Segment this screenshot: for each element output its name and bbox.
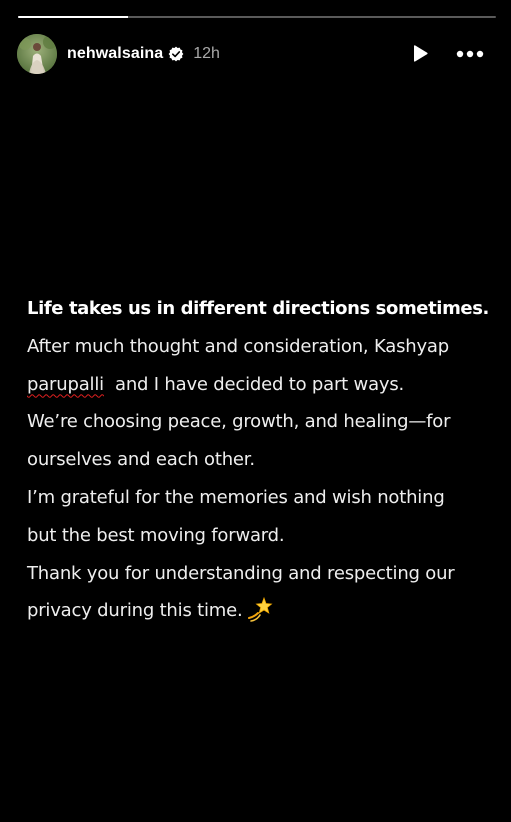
dizzy-star-emoji-icon	[247, 596, 273, 623]
verified-badge-icon	[168, 46, 184, 62]
story-text-segment: privacy during this time.	[27, 600, 243, 622]
more-options-button[interactable]	[455, 43, 485, 65]
story-text-line: ourselves and each other.	[27, 449, 255, 471]
story-text-line: Thank you for understanding and respecti…	[27, 562, 455, 584]
story-timestamp: 12h	[193, 45, 220, 62]
play-button[interactable]	[409, 43, 431, 65]
story-text-line: I’m grateful for the memories and wish n…	[27, 486, 445, 508]
story-header: nehwalsaina 12h	[17, 34, 495, 74]
profile-photo-icon	[17, 34, 57, 74]
story-progress-fill	[18, 16, 128, 18]
story-text-line: After much thought and consideration, Ka…	[27, 335, 449, 357]
misspelled-name: parupalli	[27, 373, 104, 395]
story-text-block: Life takes us in different directions so…	[27, 290, 507, 630]
play-icon	[414, 45, 428, 62]
username[interactable]: nehwalsaina	[67, 45, 163, 63]
story-text-line: parupalli and I have decided to part way…	[27, 366, 507, 404]
story-text-line: but the best moving forward.	[27, 524, 285, 546]
story-heading: Life takes us in different directions so…	[27, 298, 489, 319]
avatar[interactable]	[17, 34, 57, 74]
story-viewer: nehwalsaina 12h Life takes us in differe…	[0, 0, 511, 822]
story-progress-bar	[18, 16, 496, 18]
story-text-segment: and I have decided to part ways.	[114, 373, 405, 395]
story-text-line: We’re choosing peace, growth, and healin…	[27, 411, 451, 433]
more-options-icon	[456, 50, 484, 58]
story-text-line: privacy during this time.	[27, 592, 507, 630]
